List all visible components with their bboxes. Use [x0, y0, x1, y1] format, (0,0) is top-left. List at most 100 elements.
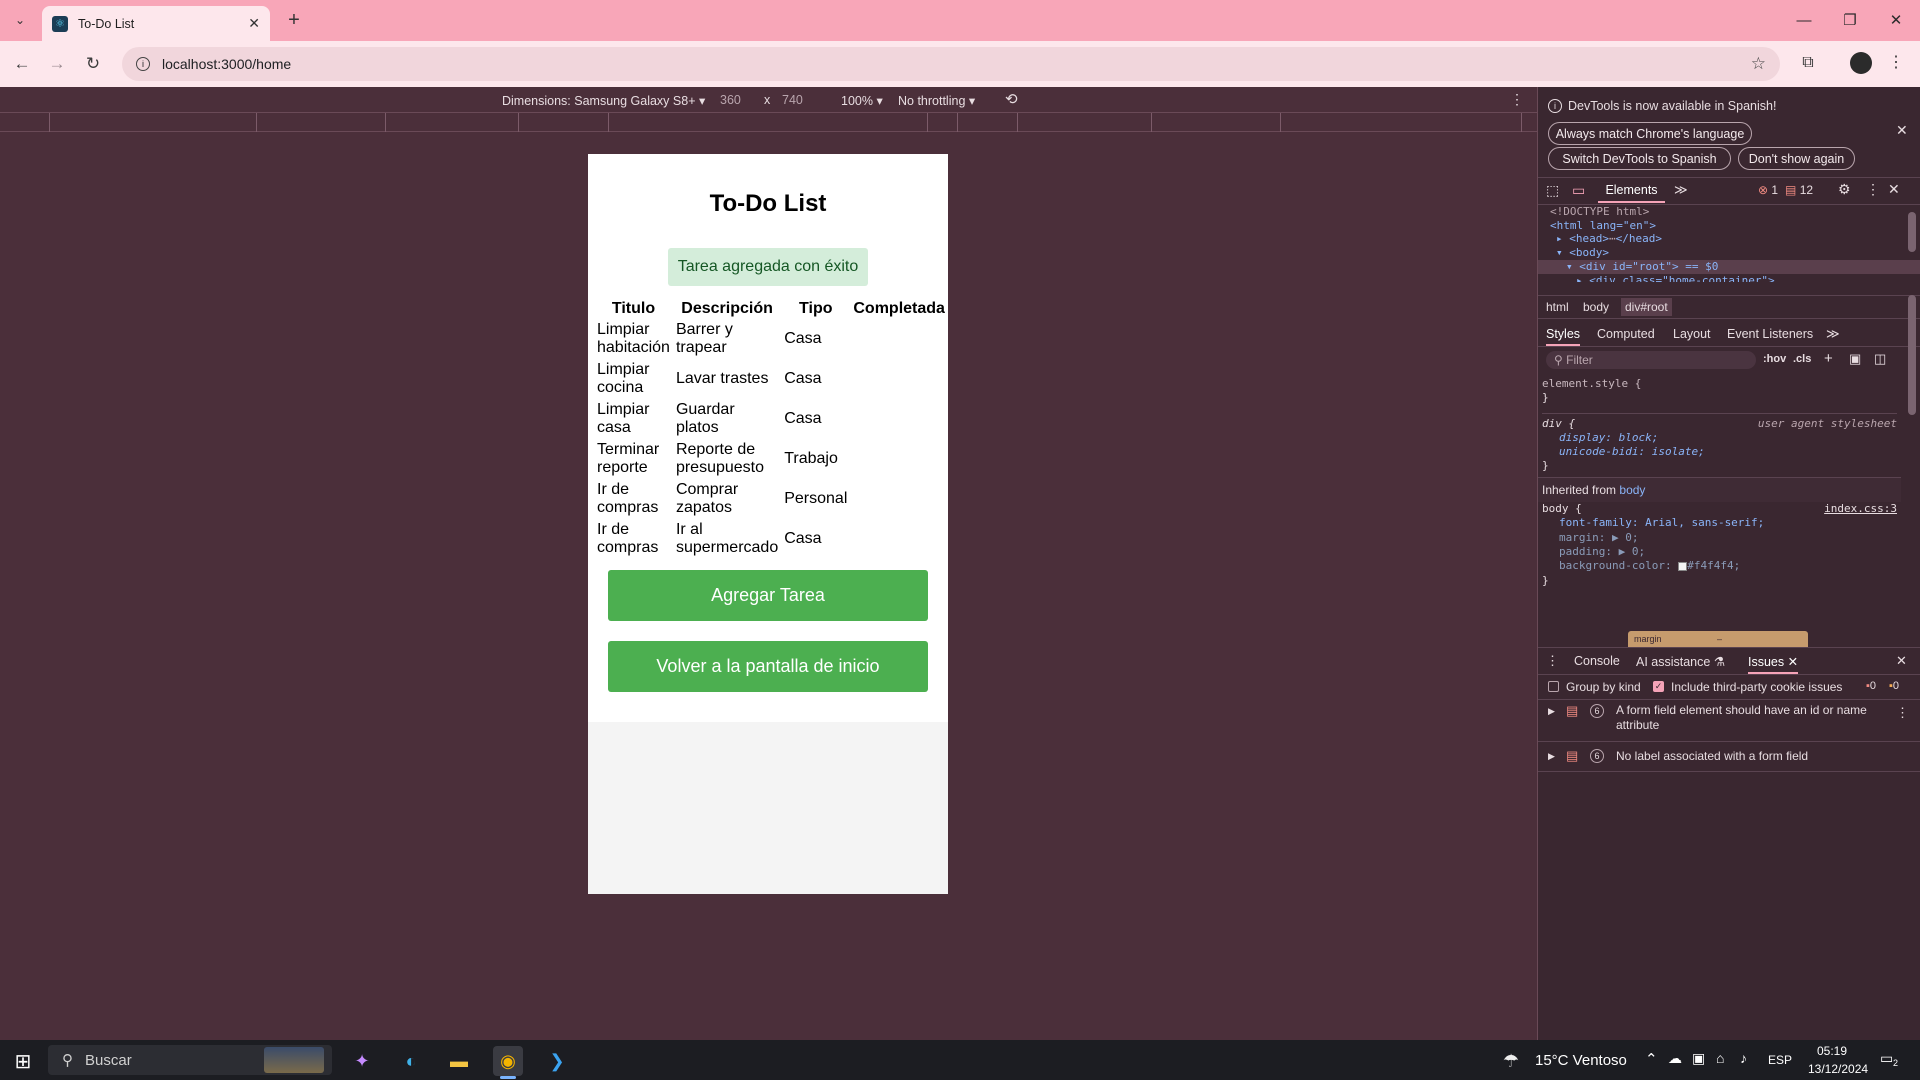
- head-node[interactable]: ▸ <head>⋯</head>: [1538, 232, 1920, 246]
- address-bar[interactable]: i localhost:3000/home ☆: [122, 47, 1780, 81]
- switch-devtools-spanish-button[interactable]: Switch DevTools to Spanish: [1548, 147, 1731, 170]
- minimize-button[interactable]: —: [1781, 6, 1827, 34]
- paint-icon[interactable]: ▣: [1849, 351, 1861, 367]
- include-third-party-checkbox[interactable]: ✓: [1653, 681, 1664, 692]
- add-task-button[interactable]: Agregar Tarea: [608, 570, 928, 621]
- dom-tree[interactable]: <!DOCTYPE html> <html lang="en"> ▸ <head…: [1538, 205, 1920, 293]
- font-family-property[interactable]: font-family: Arial, sans-serif;: [1542, 516, 1897, 530]
- device-dimensions-dropdown[interactable]: Dimensions: Samsung Galaxy S8+ ▾: [502, 93, 705, 108]
- breadcrumb-html[interactable]: html: [1546, 300, 1569, 314]
- bookmark-star-icon[interactable]: ☆: [1751, 54, 1766, 74]
- drawer-tab-issues[interactable]: Issues ✕: [1748, 654, 1799, 674]
- breadcrumb-body[interactable]: body: [1583, 300, 1609, 314]
- forward-button[interactable]: →: [43, 50, 71, 78]
- settings-gear-icon[interactable]: ⚙: [1838, 181, 1851, 198]
- back-home-button[interactable]: Volver a la pantalla de inicio: [608, 641, 928, 692]
- close-banner-icon[interactable]: ✕: [1896, 122, 1908, 139]
- dont-show-again-button[interactable]: Don't show again: [1738, 147, 1855, 170]
- more-panels-icon[interactable]: ≫: [1674, 182, 1688, 198]
- keyboard-language[interactable]: ESP: [1768, 1053, 1792, 1067]
- new-tab-button[interactable]: +: [282, 8, 306, 32]
- tray-app-icon[interactable]: ▣: [1692, 1050, 1705, 1067]
- toggle-sidebar-icon[interactable]: ◫: [1874, 351, 1886, 367]
- issue-row[interactable]: ▶ ▤ 6 No label associated with a form fi…: [1538, 746, 1920, 768]
- reload-button[interactable]: ↻: [79, 50, 107, 78]
- more-style-tabs-icon[interactable]: ≫: [1826, 326, 1840, 342]
- network-icon[interactable]: ⌂: [1716, 1050, 1724, 1066]
- throttling-dropdown[interactable]: No throttling ▾: [898, 93, 975, 108]
- root-div-node[interactable]: ▾ <div id="root"> == $0: [1538, 259, 1920, 274]
- inspect-element-icon[interactable]: ⬚: [1546, 182, 1559, 199]
- dom-scrollbar[interactable]: [1908, 212, 1916, 252]
- devtools-menu-icon[interactable]: ⋮: [1866, 181, 1880, 198]
- clock-date[interactable]: 13/12/2024: [1808, 1062, 1868, 1076]
- chrome-menu-icon[interactable]: ⋮: [1888, 52, 1904, 74]
- error-count[interactable]: ⊗ 1: [1758, 183, 1778, 197]
- zoom-dropdown[interactable]: 100% ▾: [841, 93, 883, 108]
- expand-icon[interactable]: ▶: [1548, 751, 1555, 762]
- file-explorer-icon[interactable]: ▬: [444, 1046, 474, 1076]
- source-link[interactable]: index.css:3: [1824, 502, 1897, 516]
- cls-toggle[interactable]: .cls: [1793, 353, 1811, 365]
- home-container-node[interactable]: ▸ <div class="home-container">: [1538, 274, 1920, 282]
- tray-cloud-icon[interactable]: ☁: [1668, 1050, 1682, 1067]
- color-swatch[interactable]: [1678, 561, 1688, 571]
- new-rule-icon[interactable]: +: [1824, 350, 1833, 367]
- weather-text[interactable]: 15°C Ventoso: [1535, 1052, 1627, 1069]
- tray-chevron-icon[interactable]: ⌃: [1645, 1050, 1658, 1068]
- vscode-icon[interactable]: ❯: [542, 1046, 572, 1076]
- issue-menu-icon[interactable]: ⋮: [1896, 705, 1909, 721]
- tab-styles[interactable]: Styles: [1546, 327, 1581, 346]
- tab-close-icon[interactable]: ✕: [248, 15, 260, 32]
- width-input[interactable]: 360: [720, 93, 741, 107]
- rotate-icon[interactable]: ⟲: [1005, 90, 1018, 108]
- inherited-link[interactable]: body: [1619, 483, 1645, 497]
- tab-computed[interactable]: Computed: [1597, 327, 1655, 341]
- back-button[interactable]: ←: [8, 50, 36, 78]
- close-devtools-icon[interactable]: ✕: [1888, 181, 1900, 198]
- restore-button[interactable]: ❐: [1827, 6, 1873, 34]
- drawer-tab-ai[interactable]: AI assistance ⚗: [1636, 654, 1725, 669]
- height-input[interactable]: 740: [782, 93, 803, 107]
- windows-start-icon[interactable]: ⊞: [8, 1046, 38, 1076]
- tab-elements[interactable]: Elements: [1598, 183, 1665, 203]
- notification-icon[interactable]: ▭: [1880, 1050, 1893, 1067]
- element-style-rule[interactable]: element.style {: [1542, 377, 1897, 391]
- hov-toggle[interactable]: :hov: [1763, 353, 1786, 365]
- margin-property[interactable]: margin: ▶ 0;: [1542, 531, 1897, 545]
- html-node[interactable]: <html lang="en">: [1538, 219, 1920, 233]
- issue-row[interactable]: ▶ ▤ 6 A form field element should have a…: [1538, 701, 1920, 741]
- device-toggle-icon[interactable]: ▭: [1572, 182, 1585, 199]
- styles-scrollbar[interactable]: [1908, 295, 1916, 415]
- drawer-menu-icon[interactable]: ⋮: [1546, 653, 1559, 669]
- device-toolbar-menu-icon[interactable]: ⋮: [1510, 91, 1524, 108]
- message-count[interactable]: ▤ 12: [1785, 183, 1813, 197]
- styles-filter-input[interactable]: ⚲ Filter: [1546, 351, 1756, 369]
- weather-icon[interactable]: ☂: [1496, 1046, 1526, 1076]
- tab-search-button[interactable]: ⌄: [8, 8, 32, 32]
- tab-layout[interactable]: Layout: [1673, 327, 1711, 341]
- edge-icon[interactable]: ◐: [396, 1046, 426, 1076]
- padding-property[interactable]: padding: ▶ 0;: [1542, 545, 1897, 559]
- breadcrumb-root[interactable]: div#root: [1621, 298, 1672, 316]
- always-match-language-button[interactable]: Always match Chrome's language: [1548, 122, 1752, 145]
- close-window-button[interactable]: ✕: [1873, 6, 1919, 34]
- doctype-node[interactable]: <!DOCTYPE html>: [1538, 205, 1920, 219]
- taskbar-search-box[interactable]: ⚲ Buscar: [48, 1045, 332, 1075]
- copilot-icon[interactable]: ✦: [347, 1046, 377, 1076]
- body-node[interactable]: ▾ <body>: [1538, 246, 1920, 260]
- unicode-bidi-property[interactable]: unicode-bidi: isolate;: [1542, 445, 1897, 459]
- profile-avatar[interactable]: [1850, 52, 1872, 74]
- volume-icon[interactable]: ♪: [1740, 1050, 1747, 1066]
- expand-icon[interactable]: ▶: [1548, 706, 1555, 717]
- drawer-tab-console[interactable]: Console: [1574, 654, 1620, 668]
- site-info-icon[interactable]: i: [136, 57, 150, 71]
- extensions-icon[interactable]: ⧉: [1797, 52, 1819, 74]
- tab-event-listeners[interactable]: Event Listeners: [1727, 327, 1813, 341]
- group-by-kind-checkbox[interactable]: [1548, 681, 1559, 692]
- clock-time[interactable]: 05:19: [1817, 1044, 1847, 1058]
- close-issues-tab-icon[interactable]: ✕: [1788, 655, 1798, 669]
- browser-tab[interactable]: ⚛ To-Do List ✕: [42, 6, 270, 41]
- close-drawer-icon[interactable]: ✕: [1896, 653, 1907, 669]
- background-color-property[interactable]: background-color: #f4f4f4;: [1542, 559, 1897, 573]
